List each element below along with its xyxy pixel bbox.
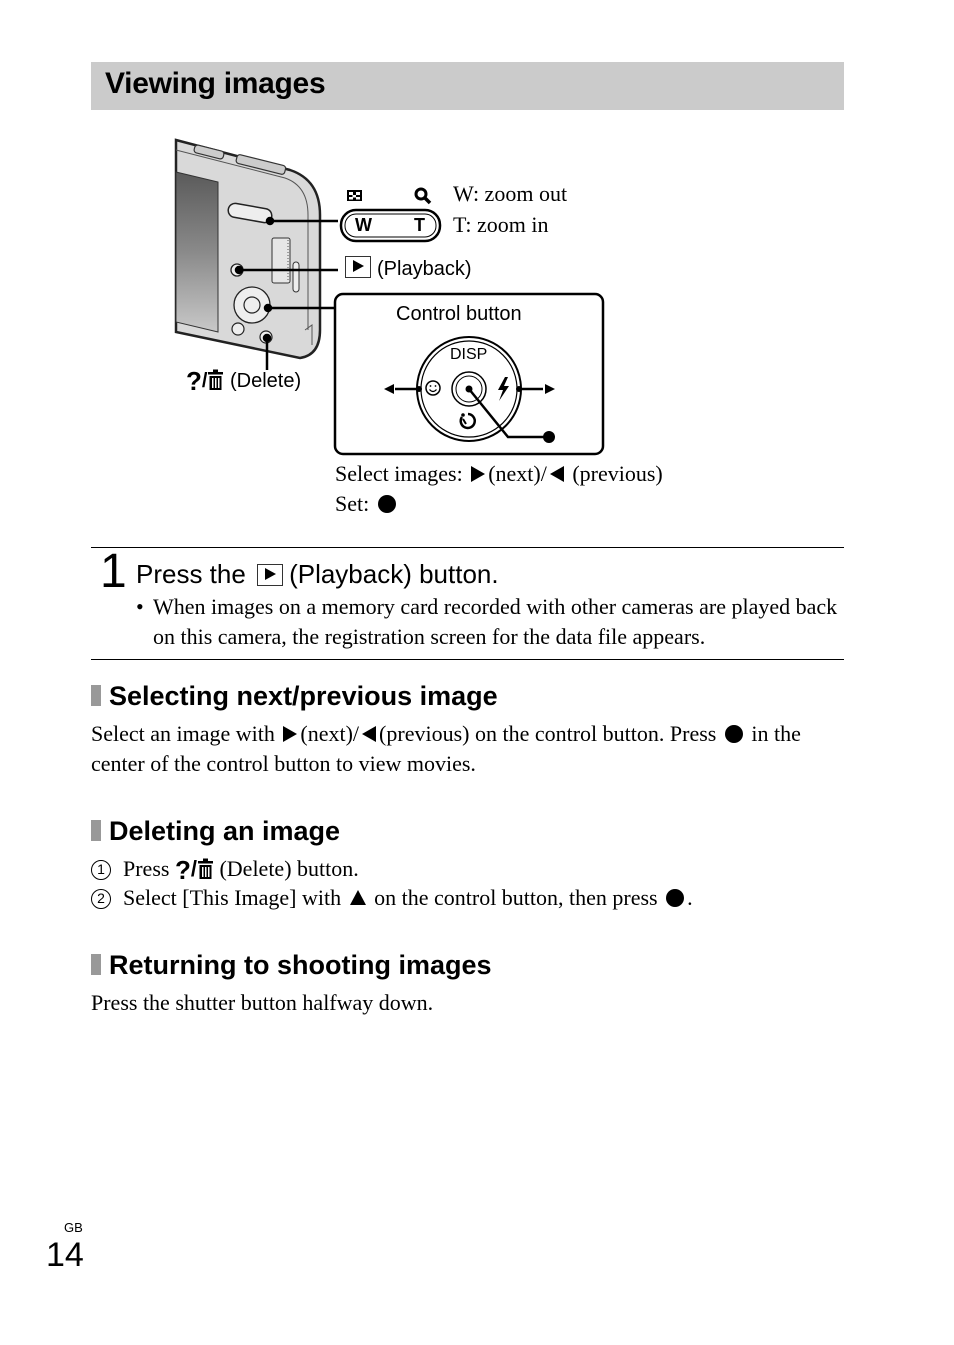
caption-next-text: (next)/ — [488, 461, 547, 486]
heading-marker — [91, 685, 101, 706]
control-button-title: Control button — [396, 303, 522, 325]
bullet: • — [136, 594, 144, 619]
list-item: 1 Press ?/ (Delete) button. — [91, 855, 359, 886]
step-note: • When images on a memory card recorded … — [136, 592, 846, 652]
caption-set-text: Set: — [335, 491, 370, 516]
select-images-caption: Select images: (next)/ (previous) — [335, 461, 663, 487]
trash-icon — [208, 369, 224, 390]
delete-label: (Delete) — [230, 370, 302, 392]
set-caption: Set: — [335, 491, 399, 517]
selecting-paragraph: Select an image with (next)/ (previous) o… — [91, 719, 846, 779]
zoom-w-label: W — [355, 215, 372, 235]
playback-icon — [345, 256, 371, 278]
zoom-out-desc: W: zoom out — [453, 181, 568, 206]
magnifier-icon — [414, 187, 432, 205]
step-circle-number: 2 — [91, 889, 111, 909]
right-arrow-icon — [471, 466, 486, 482]
left-arrow-icon — [549, 466, 564, 482]
step-note-text: When images on a memory card recorded wi… — [153, 594, 838, 649]
returning-paragraph: Press the shutter button halfway down. — [91, 990, 434, 1015]
heading-marker — [91, 954, 101, 975]
list-text: . — [687, 885, 693, 910]
step-top-divider — [91, 547, 844, 548]
caption-previous-text: (previous) — [572, 461, 663, 486]
zoom-in-desc: T: zoom in — [453, 212, 549, 237]
playback-icon — [257, 564, 284, 586]
delete-callout: ?/ (Delete) — [186, 366, 302, 396]
heading-text: Selecting next/previous image — [109, 681, 498, 711]
help-icon: ? — [186, 366, 202, 396]
section-heading-returning: Returning to shooting images — [91, 950, 492, 981]
step-circle-number: 1 — [91, 860, 111, 880]
up-arrow-icon — [349, 890, 366, 905]
para-text: (next)/ — [300, 721, 360, 746]
list-text: Select [This Image] with — [123, 885, 342, 910]
center-button-icon — [666, 889, 685, 907]
list-text: on the control button, then press — [374, 885, 658, 910]
heading-marker — [91, 820, 101, 841]
caption-select-text: Select images: — [335, 461, 463, 486]
section-heading-deleting: Deleting an image — [91, 816, 340, 847]
camera-illustration — [174, 138, 605, 456]
page-number: 14 — [46, 1236, 84, 1274]
step-number: 1 — [100, 545, 127, 598]
disp-label: DISP — [450, 346, 488, 363]
list-text: (Delete) button. — [219, 856, 359, 881]
help-icon: ? — [174, 855, 191, 885]
para-text: Select an image with — [91, 721, 275, 746]
playback-label: (Playback) — [377, 258, 472, 280]
camera-diagram: W T W: zoom out T: zoom in (Playback) ?/… — [0, 0, 954, 530]
trash-icon — [197, 858, 213, 879]
zoom-t-label: T — [414, 215, 425, 235]
para-text: (previous) on the control button. Press — [379, 721, 717, 746]
list-item: 2 Select [This Image] with on the control… — [91, 885, 693, 911]
heading-text: Deleting an image — [109, 816, 341, 846]
step-bottom-divider — [91, 659, 844, 660]
center-button-icon — [377, 495, 396, 513]
list-text: Press — [123, 856, 170, 881]
playback-callout: (Playback) — [345, 256, 471, 281]
step-title: Press the (Playback) button. — [136, 559, 499, 590]
camera-body — [174, 138, 322, 360]
section-heading-selecting: Selecting next/previous image — [91, 681, 498, 712]
step-title-suffix: (Playback) button. — [289, 559, 499, 589]
left-arrow-icon — [362, 726, 377, 742]
step-title-prefix: Press the — [136, 559, 246, 589]
center-button-icon — [724, 725, 743, 743]
region-code: GB — [64, 1220, 83, 1235]
index-grid-icon — [347, 190, 362, 201]
heading-text: Returning to shooting images — [109, 950, 492, 980]
right-arrow-icon — [283, 726, 298, 742]
